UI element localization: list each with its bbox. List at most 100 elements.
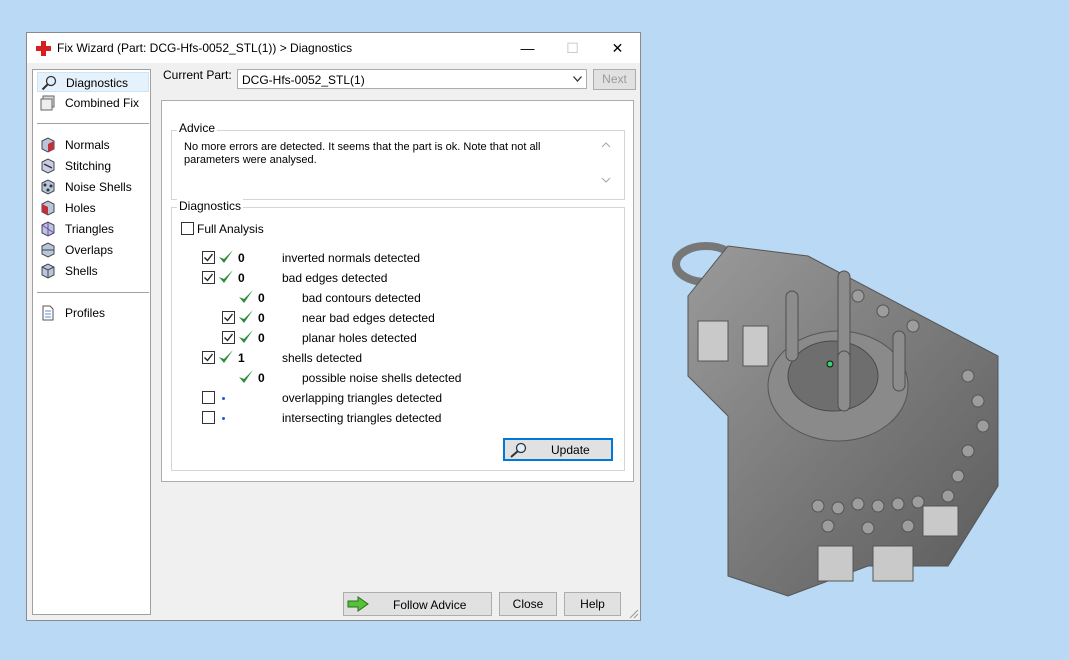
magnifier-icon [510,442,527,458]
checkmark-icon [204,273,214,282]
sidebar: Diagnostics Combined Fix Normals Stitchi… [32,69,151,615]
sidebar-item-overlaps[interactable]: Overlaps [37,240,149,260]
current-part-value: DCG-Hfs-0052_STL(1) [242,73,365,87]
diagnostic-label: bad contours detected [302,291,421,305]
diagnostic-checkbox[interactable] [202,411,215,424]
diagnostics-title: Diagnostics [177,199,244,213]
diagnostic-count: 0 [238,271,245,285]
minimize-button[interactable]: — [505,33,550,63]
advice-title: Advice [177,121,218,135]
chevron-down-icon [573,76,582,82]
red-cross-icon [36,41,51,56]
origin-marker [826,360,834,368]
document-icon [42,305,54,321]
checkmark-icon [224,333,234,342]
sidebar-item-label: Triangles [65,222,114,236]
sidebar-item-holes[interactable]: Holes [37,198,149,218]
diagnostic-count: 0 [258,371,265,385]
title-bar: Fix Wizard (Part: DCG-Hfs-0052_STL(1)) >… [27,33,640,63]
maximize-button[interactable]: ☐ [550,33,595,63]
green-check-icon [239,290,253,303]
window-title: Fix Wizard (Part: DCG-Hfs-0052_STL(1)) >… [57,41,353,55]
follow-advice-button[interactable]: Follow Advice [343,592,492,616]
sidebar-item-label: Stitching [65,159,112,173]
follow-advice-label: Follow Advice [393,598,467,612]
help-button[interactable]: Help [564,592,621,616]
resize-grip-icon[interactable] [627,607,639,619]
sidebar-item-label: Diagnostics [66,76,129,90]
update-button[interactable]: Update [503,438,613,461]
advice-text: No more errors are detected. It seems th… [184,141,541,166]
diagnostic-label: possible noise shells detected [302,371,462,385]
sidebar-item-label: Overlaps [65,243,114,257]
green-check-icon [239,310,253,323]
green-check-icon [239,370,253,383]
green-arrow-icon [347,596,369,612]
diagnostic-label: near bad edges detected [302,311,435,325]
checkmark-icon [224,313,234,322]
diagnostic-count: 1 [238,351,245,365]
scroll-arrows-icon [601,142,611,183]
sidebar-item-label: Profiles [65,306,106,320]
advice-scrollbar[interactable] [600,139,612,187]
diagnostic-checkbox[interactable] [202,351,215,364]
diagnostic-count: 0 [258,311,265,325]
main-panel: Advice No more errors are detected. It s… [161,100,634,482]
sidebar-divider [37,292,149,293]
diagnostic-checkbox[interactable] [222,331,235,344]
diagnostic-count: 0 [258,331,265,345]
close-window-button[interactable]: ✕ [595,33,640,63]
diagnostic-label: planar holes detected [302,331,417,345]
diagnostic-label: overlapping triangles detected [282,391,443,405]
current-part-label: Current Part: [163,68,232,82]
diagnostic-checkbox[interactable] [202,391,215,404]
next-button[interactable]: Next [593,69,636,90]
overlaps-icon [41,242,55,258]
diagnostic-checkbox[interactable] [202,271,215,284]
update-label: Update [551,443,590,457]
cube-icon [41,137,55,153]
sidebar-item-shells[interactable]: Shells [37,261,149,281]
checkmark-icon [204,253,214,262]
shells-icon [41,263,55,279]
sidebar-item-label: Combined Fix [65,96,140,110]
sidebar-item-label: Normals [65,138,110,152]
stitching-icon [41,158,55,174]
sidebar-item-diagnostics[interactable]: Diagnostics [37,72,149,92]
full-analysis-checkbox[interactable] [181,222,194,235]
layers-icon [40,95,55,111]
sidebar-item-stitching[interactable]: Stitching [37,156,149,176]
part-3d-preview [672,242,999,597]
checkmark-icon [204,353,214,362]
pending-dot-icon [222,397,225,400]
diagnostic-label: inverted normals detected [282,251,421,265]
fix-wizard-window: Fix Wizard (Part: DCG-Hfs-0052_STL(1)) >… [26,32,641,621]
sidebar-item-profiles[interactable]: Profiles [37,303,149,323]
diagnostic-checkbox[interactable] [222,311,235,324]
diagnostic-checkbox[interactable] [202,251,215,264]
diagnostic-label: intersecting triangles detected [282,411,442,425]
close-button[interactable]: Close [499,592,557,616]
holes-icon [41,200,55,216]
sidebar-item-triangles[interactable]: Triangles [37,219,149,239]
sidebar-item-label: Holes [65,201,96,215]
diagnostic-count: 0 [258,291,265,305]
diagnostic-count: 0 [238,251,245,265]
sidebar-item-combined-fix[interactable]: Combined Fix [37,93,149,113]
full-analysis-label: Full Analysis [197,222,264,236]
sidebar-item-normals[interactable]: Normals [37,135,149,155]
green-check-icon [219,270,233,283]
green-check-icon [239,330,253,343]
triangles-icon [41,221,55,237]
sidebar-divider [37,123,149,124]
sidebar-item-noise-shells[interactable]: Noise Shells [37,177,149,197]
green-check-icon [219,250,233,263]
sidebar-item-label: Noise Shells [65,180,132,194]
current-part-select[interactable]: DCG-Hfs-0052_STL(1) [237,69,587,89]
diagnostic-label: shells detected [282,351,363,365]
sidebar-item-label: Shells [65,264,98,278]
green-check-icon [219,350,233,363]
magnifier-icon [41,75,57,91]
noise-shells-icon [41,179,55,195]
pending-dot-icon [222,417,225,420]
